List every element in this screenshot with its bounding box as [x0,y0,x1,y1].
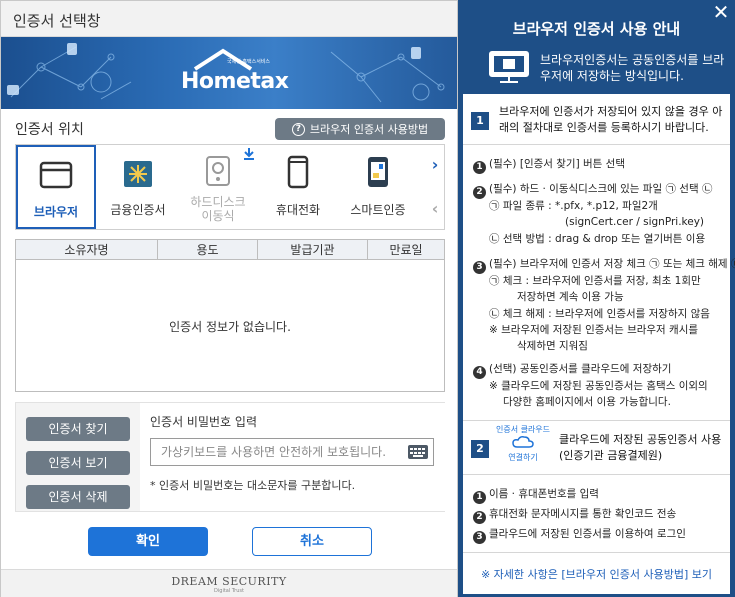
password-case-note: * 인증서 비밀번호는 대소문자를 구분합니다. [150,479,356,492]
location-label-financial: 금융인증서 [110,203,166,217]
cloud-connect-logo[interactable]: 인증서 클라우드 연결하기 [493,424,553,468]
cert-select-dialog: 인증서 선택창 국세청 홈택스서비스 Hometax 인증서 위치 ? 브라우저… [0,0,458,597]
guide-step-3-note-cont: 삭제하면 지워짐 [517,340,588,352]
guide-step-2b: ㉡ 선택 방법 : drag & drop 또는 열기버튼 이용 [489,233,706,245]
location-hard-disk[interactable]: 하드디스크 이동식 [178,145,258,229]
delete-cert-button[interactable]: 인증서 삭제 [26,485,130,509]
smart-cert-icon [368,157,388,187]
cloud-logo-top: 인증서 클라우드 [495,425,551,434]
chevron-left-icon[interactable]: ‹ [426,199,444,223]
guide-step-2a-cont: (signCert.cer / signPri.key) [565,216,705,228]
cloud-icon [512,436,534,448]
logo-subtitle: 국세청 홈택스서비스 [227,59,270,65]
number-1-icon: 1 [473,161,486,174]
virtual-keyboard-icon[interactable] [408,445,428,459]
empty-table-message: 인증서 정보가 없습니다. [169,320,291,334]
logo-text: Hometax [181,69,289,94]
banner: 국세청 홈택스서비스 Hometax [1,37,457,109]
section2-number: 2 [471,440,489,458]
location-label: 인증서 위치 [15,122,84,138]
dialog-title-bar: 인증서 선택창 [1,1,457,37]
footer-brand: DREAM SECURITY [171,575,287,588]
close-icon[interactable]: ✕ [710,2,732,24]
cloud-step-2: 2 휴대전화 문자메시지를 통한 확인코드 전송 [473,507,676,524]
guide-step-3: 3 (필수) 브라우저에 인증서 저장 체크 ㉠ 또는 체크 해제 ㉡ [473,257,735,274]
main-panel: 인증서 위치 ? 브라우저 인증서 사용방법 브라우저 금융인증서 하드디스크 … [1,109,457,569]
monitor-icon [489,51,529,83]
mobile-phone-icon [287,155,309,189]
cert-table: 소유자명 용도 발급기관 만료일 인증서 정보가 없습니다. [15,239,445,392]
guide-step-3a-cont: 저장하면 계속 이용 가능 [517,291,624,303]
more-info-link[interactable]: ※ 자세한 사항은 [브라우저 인증서 사용방법] 보기 [463,566,730,582]
guide-title: 브라우저 인증서 사용 안내 [512,20,681,38]
hometax-logo: 국세청 홈택스서비스 Hometax [181,47,289,99]
column-usage: 용도 [158,240,258,260]
section2-header: 클라우드에 저장된 공동인증서 사용 (인증기관 금융결제원) [559,433,722,462]
guide-intro: 브라우저인증서는 공동인증서를 브라우저에 저장하는 방식입니다. [540,53,725,83]
dialog-title: 인증서 선택창 [13,12,101,30]
ok-button[interactable]: 확인 [88,527,208,556]
guide-step-4-note: ※ 클라우드에 저장된 공동인증서는 홈택스 이외의 [489,380,708,392]
divider [463,144,730,145]
cloud-step-1: 1 이름 · 휴대폰번호를 입력 [473,487,599,504]
financial-cert-icon [124,161,152,187]
number-2-icon: 2 [473,511,486,524]
number-4-icon: 4 [473,366,486,379]
browser-icon [39,161,73,189]
location-label-smart: 스마트인증 [350,203,406,217]
question-icon: ? [291,122,305,136]
number-3-icon: 3 [473,261,486,274]
section1-header: 브라우저에 인증서가 저장되어 있지 않을 경우 아래의 절차대로 인증서를 등… [499,105,723,134]
chevron-right-icon[interactable]: › [426,155,444,179]
guide-content-box: 1 브라우저에 인증서가 저장되어 있지 않을 경우 아래의 절차대로 인증서를… [463,94,735,594]
location-smart-cert[interactable]: 스마트인증 [338,145,418,229]
browser-cert-guide-panel: 브라우저 인증서 사용 안내 ✕ 브라우저인증서는 공동인증서를 브라우저에 저… [458,0,735,597]
location-financial-cert[interactable]: 금융인증서 [98,145,178,229]
location-label-mobile: 휴대전화 [275,203,321,217]
divider [463,552,730,553]
help-button-label: 브라우저 인증서 사용방법 [309,123,429,136]
guide-step-3a: ㉠ 체크 : 브라우저에 인증서를 저장, 최초 1회만 [489,275,701,287]
guide-step-4-note-cont: 다양한 홈페이지에서 이용 가능합니다. [503,396,671,408]
hard-disk-icon [206,156,230,186]
guide-step-3b: ㉡ 체크 해제 : 브라우저에 인증서를 저장하지 않음 [489,308,710,320]
cert-location-bar: 브라우저 금융인증서 하드디스크 이동식 휴대전화 스마트인증 › ‹ [15,144,445,230]
password-area: 인증서 찾기 인증서 보기 인증서 삭제 인증서 비밀번호 입력 * 인증서 비… [15,402,446,512]
number-3-icon: 3 [473,531,486,544]
guide-step-2: 2 (필수) 하드 · 이동식디스크에 있는 파일 ㉠ 선택 ㉡ [473,182,712,199]
column-expiry: 만료일 [389,243,423,257]
cancel-button[interactable]: 취소 [252,527,372,556]
password-input[interactable] [150,438,434,466]
browser-cert-help-button[interactable]: ? 브라우저 인증서 사용방법 [275,118,445,140]
view-cert-button[interactable]: 인증서 보기 [26,451,130,475]
download-icon [244,148,254,160]
cert-table-header: 소유자명 용도 발급기관 만료일 [16,240,444,260]
divider [463,420,730,421]
number-1-icon: 1 [473,491,486,504]
location-mobile-phone[interactable]: 휴대전화 [258,145,338,229]
guide-step-1: 1 (필수) [인증서 찾기] 버튼 선택 [473,157,625,174]
guide-step-2a: ㉠ 파일 종류 : *.pfx, *.p12, 파일2개 [489,200,658,212]
section1-number: 1 [471,112,489,130]
column-owner: 소유자명 [16,240,158,260]
cloud-step-3: 3 클라우드에 저장된 인증서를 이용하여 로그인 [473,527,686,544]
divider [463,474,730,475]
location-label-browser: 브라우저 [33,205,79,219]
guide-step-4: 4 (선택) 공동인증서를 클라우드에 저장하기 [473,362,671,379]
find-cert-button[interactable]: 인증서 찾기 [26,417,130,441]
location-browser[interactable]: 브라우저 [16,145,96,229]
footer-sub: Digital Trust [214,588,244,594]
password-box: 인증서 비밀번호 입력 * 인증서 비밀번호는 대소문자를 구분합니다. [140,403,446,511]
cloud-logo-bottom: 연결하기 [508,453,538,462]
password-label: 인증서 비밀번호 입력 [150,415,257,429]
column-issuer: 발급기관 [258,240,368,260]
dialog-footer: DREAM SECURITY Digital Trust [1,569,457,597]
location-label-hard-disk: 하드디스크 이동식 [190,195,246,223]
number-2-icon: 2 [473,186,486,199]
guide-step-3-note: ※ 브라우저에 저장된 인증서는 브라우저 캐시를 [489,324,699,336]
